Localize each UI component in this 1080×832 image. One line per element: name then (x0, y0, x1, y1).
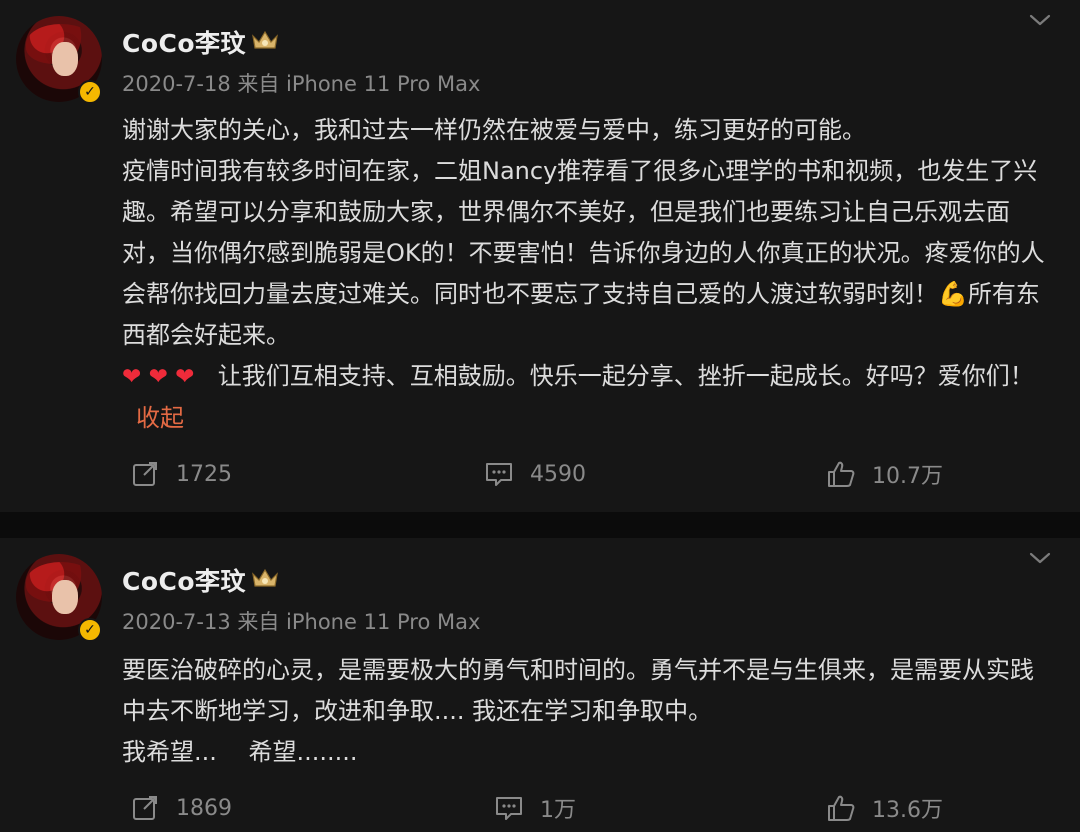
repost-button[interactable]: 1869 (130, 788, 232, 828)
vip-crown-icon (252, 30, 278, 49)
comment-icon (486, 463, 512, 486)
vip-crown-icon (252, 568, 278, 587)
heart-emoji: ❤ ❤ ❤ (122, 364, 195, 390)
like-button[interactable]: 10.7万 (826, 454, 943, 494)
author-name[interactable]: CoCo李玟 (122, 24, 246, 60)
post-paragraph: 我希望... 希望........ (122, 738, 358, 766)
repost-button[interactable]: 1725 (130, 454, 232, 494)
action-bar: 1725 4590 10.7万 (0, 454, 1080, 494)
verified-badge-icon: ✓ (78, 80, 102, 104)
weibo-post: ✓ CoCo李玟 2020-7-18 来自 iPhone 11 Pro Max … (0, 0, 1080, 512)
comment-count: 4590 (530, 461, 586, 487)
author-name[interactable]: CoCo李玟 (122, 562, 246, 598)
weibo-post: ✓ CoCo李玟 2020-7-13 来自 iPhone 11 Pro Max … (0, 538, 1080, 832)
like-count: 10.7万 (872, 464, 943, 489)
post-paragraph: 疫情时间我有较多时间在家，二姐Nancy推荐看了很多心理学的书和视频，也发生了兴… (122, 157, 1045, 349)
like-icon (828, 795, 855, 821)
comment-button[interactable]: 1万 (494, 788, 576, 828)
repost-icon (133, 796, 157, 820)
comment-icon (496, 797, 522, 820)
like-count: 13.6万 (872, 798, 943, 823)
like-icon (828, 461, 855, 487)
comment-count: 1万 (540, 798, 576, 823)
action-bar: 1869 1万 13.6万 (0, 788, 1080, 828)
post-body: 谢谢大家的关心，我和过去一样仍然在被爱与爱中，练习更好的可能。 疫情时间我有较多… (122, 110, 1057, 439)
chevron-down-icon[interactable] (1028, 548, 1052, 568)
like-button[interactable]: 13.6万 (826, 788, 943, 828)
post-divider (0, 512, 1080, 538)
repost-icon (133, 462, 157, 486)
post-paragraph-text: 让我们互相支持、互相鼓励。快乐一起分享、挫折一起成长。好吗？爱你们！ (217, 362, 1034, 390)
repost-count: 1869 (176, 795, 232, 821)
post-meta: 2020-7-13 来自 iPhone 11 Pro Max (122, 610, 481, 634)
repost-count: 1725 (176, 461, 232, 487)
post-paragraph: 谢谢大家的关心，我和过去一样仍然在被爱与爱中，练习更好的可能。 (122, 116, 866, 144)
post-body: 要医治破碎的心灵，是需要极大的勇气和时间的。勇气并不是与生俱来，是需要从实践中去… (122, 650, 1057, 773)
post-meta: 2020-7-18 来自 iPhone 11 Pro Max (122, 72, 481, 96)
post-paragraph: ❤ ❤ ❤ 让我们互相支持、互相鼓励。快乐一起分享、挫折一起成长。好吗？爱你们！… (122, 356, 1057, 439)
chevron-down-icon[interactable] (1028, 10, 1052, 30)
collapse-link[interactable]: 收起 (136, 404, 184, 432)
comment-button[interactable]: 4590 (484, 454, 586, 494)
post-paragraph: 要医治破碎的心灵，是需要极大的勇气和时间的。勇气并不是与生俱来，是需要从实践中去… (122, 656, 1034, 725)
verified-badge-icon: ✓ (78, 618, 102, 642)
